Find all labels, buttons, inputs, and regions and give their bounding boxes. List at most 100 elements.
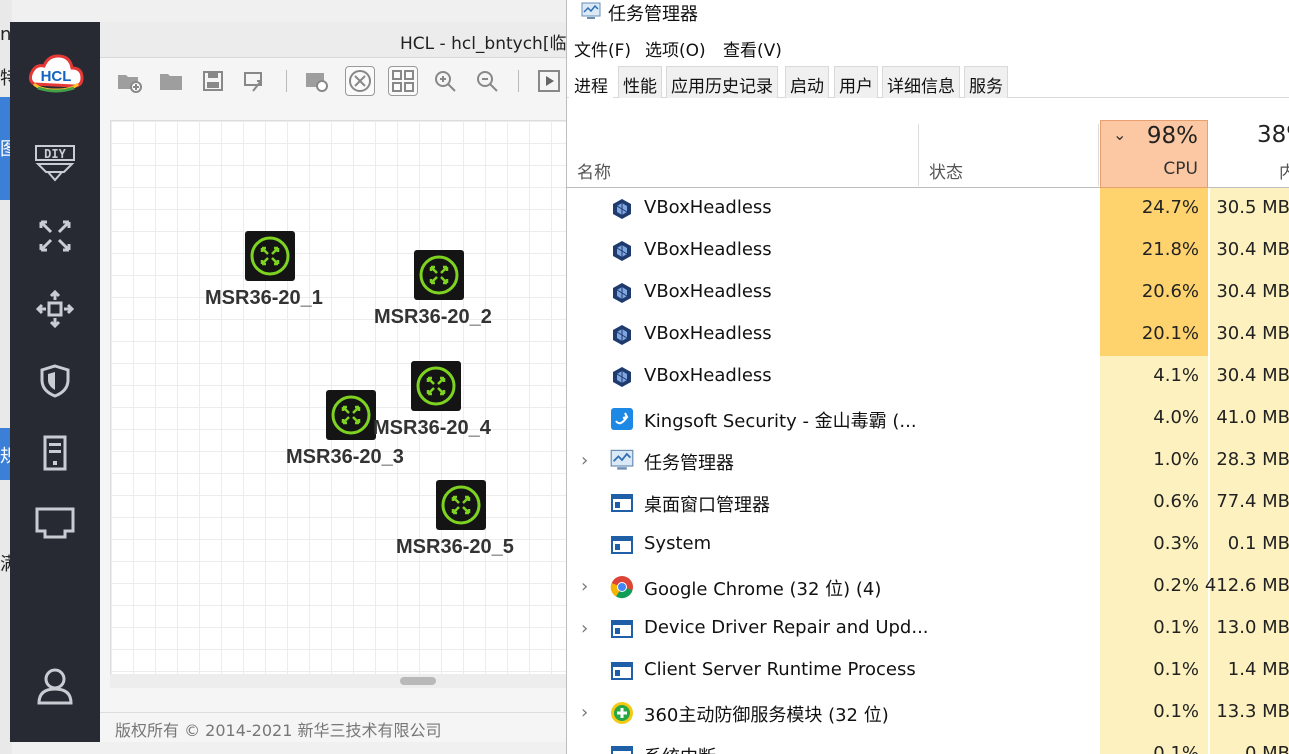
vbox-icon [610,239,634,263]
kingsoft-icon [610,407,634,431]
router-device-icon[interactable] [436,480,486,530]
toolbar-separator [286,70,287,92]
process-cpu-cell: 20.6% [1100,272,1208,314]
process-list: VBoxHeadless 24.7% 30.5 MB VBoxHeadless 21.8… [567,188,1289,754]
process-row[interactable]: System 0.3% 0.1 MB [567,524,1289,566]
export-icon[interactable] [240,66,270,96]
process-cpu: 0.1% [1153,617,1199,638]
process-name: VBoxHeadless [644,239,772,260]
process-cpu: 1.0% [1153,449,1199,470]
expand-chevron-icon[interactable]: › [581,618,588,639]
router-device-icon[interactable] [326,390,376,440]
expand-chevron-icon[interactable]: › [581,702,588,723]
hcl-logo: HCL [26,50,86,94]
process-memory: 30.4 MB [1216,323,1289,344]
expand-chevron-icon[interactable]: › [581,450,588,471]
ethernet-port-icon[interactable] [34,503,76,545]
process-cpu: 0.1% [1153,743,1199,754]
start-icon[interactable] [534,66,564,96]
menu-options[interactable]: 选项(O) [645,36,706,61]
column-cpu[interactable]: ⌄ 98% CPU [1100,120,1208,188]
process-row[interactable]: 桌面窗口管理器 0.6% 77.4 MB [567,482,1289,524]
process-row[interactable]: Kingsoft Security - 金山毒霸 (... 4.0% 41.0 MB [567,398,1289,440]
memory-total-percent: 38% [1257,122,1289,148]
save-icon[interactable] [198,66,228,96]
copyright-text: 版权所有 © 2014-2021 新华三技术有限公司 [115,721,442,740]
canvas-horizontal-scrollbar[interactable] [110,674,568,688]
window-icon [610,533,634,557]
tab-processes[interactable]: 进程 [569,66,613,99]
tab-users[interactable]: 用户 [834,66,878,98]
tm-window-title: 任务管理器 [608,4,698,25]
column-name[interactable]: 名称 [577,158,611,183]
process-row[interactable]: › Device Driver Repair and Upd... 0.1% 13.0… [567,608,1289,650]
process-cpu: 24.7% [1141,197,1199,218]
process-cpu-cell: 0.6% [1100,482,1208,524]
router-device-icon[interactable] [245,231,295,281]
zoom-in-icon[interactable] [430,66,460,96]
menu-view[interactable]: 查看(V) [723,36,782,61]
process-row[interactable]: VBoxHeadless 20.1% 30.4 MB [567,314,1289,356]
server-icon[interactable] [34,432,76,474]
process-cpu-cell: 21.8% [1100,230,1208,272]
process-row[interactable]: VBoxHeadless 24.7% 30.5 MB [567,188,1289,230]
tab-startup[interactable]: 启动 [785,66,829,98]
tab-app-history[interactable]: 应用历史记录 [666,66,778,98]
process-cpu: 4.1% [1153,365,1199,386]
tab-performance[interactable]: 性能 [618,66,662,98]
device-label: MSR36-20_4 [373,417,491,439]
security-icon[interactable] [34,360,76,402]
process-cpu-cell: 4.1% [1100,356,1208,398]
menu-file[interactable]: 文件(F) [574,36,631,61]
tab-details[interactable]: 详细信息 [882,66,960,98]
tm-tabbar: 进程 性能 应用历史记录 启动 用户 详细信息 服务 [567,66,1289,99]
user-icon[interactable] [34,665,76,707]
process-memory: 30.4 MB [1216,281,1289,302]
device-view-icon[interactable] [302,66,332,96]
tm-titlebar[interactable]: 任务管理器 [567,0,1289,30]
process-row[interactable]: VBoxHeadless 21.8% 30.4 MB [567,230,1289,272]
new-project-icon[interactable] [114,66,144,96]
switch-icon[interactable] [34,215,76,257]
process-memory: 30.5 MB [1216,197,1289,218]
router-icon[interactable] [34,288,76,330]
topology-canvas[interactable]: MSR36-20_1 MSR36-20_2 MSR36-20_3 MSR36-2… [110,120,568,688]
process-memory-cell: 28.3 MB [1210,440,1289,482]
process-cpu: 0.6% [1153,491,1199,512]
diy-icon[interactable]: DIY [34,142,76,184]
grid-view-icon[interactable] [388,66,418,96]
process-name: Client Server Runtime Process [644,659,916,680]
hcl-sidebar: HCL DIY [10,22,100,742]
taskmanager-icon [610,449,634,473]
vbox-icon [610,197,634,221]
device-label: MSR36-20_1 [205,287,323,309]
open-folder-icon[interactable] [156,66,186,96]
router-device-icon[interactable] [414,250,464,300]
column-separator [1098,124,1099,186]
process-row[interactable]: › 任务管理器 1.0% 28.3 MB [567,440,1289,482]
vbox-icon [610,365,634,389]
router-device-icon[interactable] [411,361,461,411]
process-row[interactable]: 系统中断 0.1% 0 MB [567,734,1289,754]
tab-services[interactable]: 服务 [964,66,1008,98]
process-row[interactable]: › Google Chrome (32 位) (4) 0.2% 412.6 MB [567,566,1289,608]
window-icon [610,617,634,641]
zoom-out-icon[interactable] [472,66,502,96]
process-cpu-cell: 1.0% [1100,440,1208,482]
process-row[interactable]: VBoxHeadless 4.1% 30.4 MB [567,356,1289,398]
process-memory-cell: 30.4 MB [1210,272,1289,314]
topology-icon[interactable] [345,66,375,96]
expand-chevron-icon[interactable]: › [581,576,588,597]
memory-column-label[interactable]: 内存 [1279,158,1289,183]
process-row[interactable]: Client Server Runtime Process 0.1% 1.4 MB [567,650,1289,692]
scrollbar-thumb[interactable] [400,677,436,685]
cpu-total-percent: 98% [1146,123,1198,149]
process-row[interactable]: VBoxHeadless 20.6% 30.4 MB [567,272,1289,314]
process-row[interactable]: › 360主动防御服务模块 (32 位) 0.1% 13.3 MB [567,692,1289,734]
process-memory-cell: 0 MB [1210,734,1289,754]
hcl-titlebar[interactable]: HCL - hcl_bntych[临 [100,22,568,58]
taskmanager-icon [581,2,601,20]
process-memory: 13.3 MB [1216,701,1289,722]
column-status[interactable]: 状态 [929,158,963,183]
process-name: Google Chrome (32 位) (4) [644,579,882,600]
